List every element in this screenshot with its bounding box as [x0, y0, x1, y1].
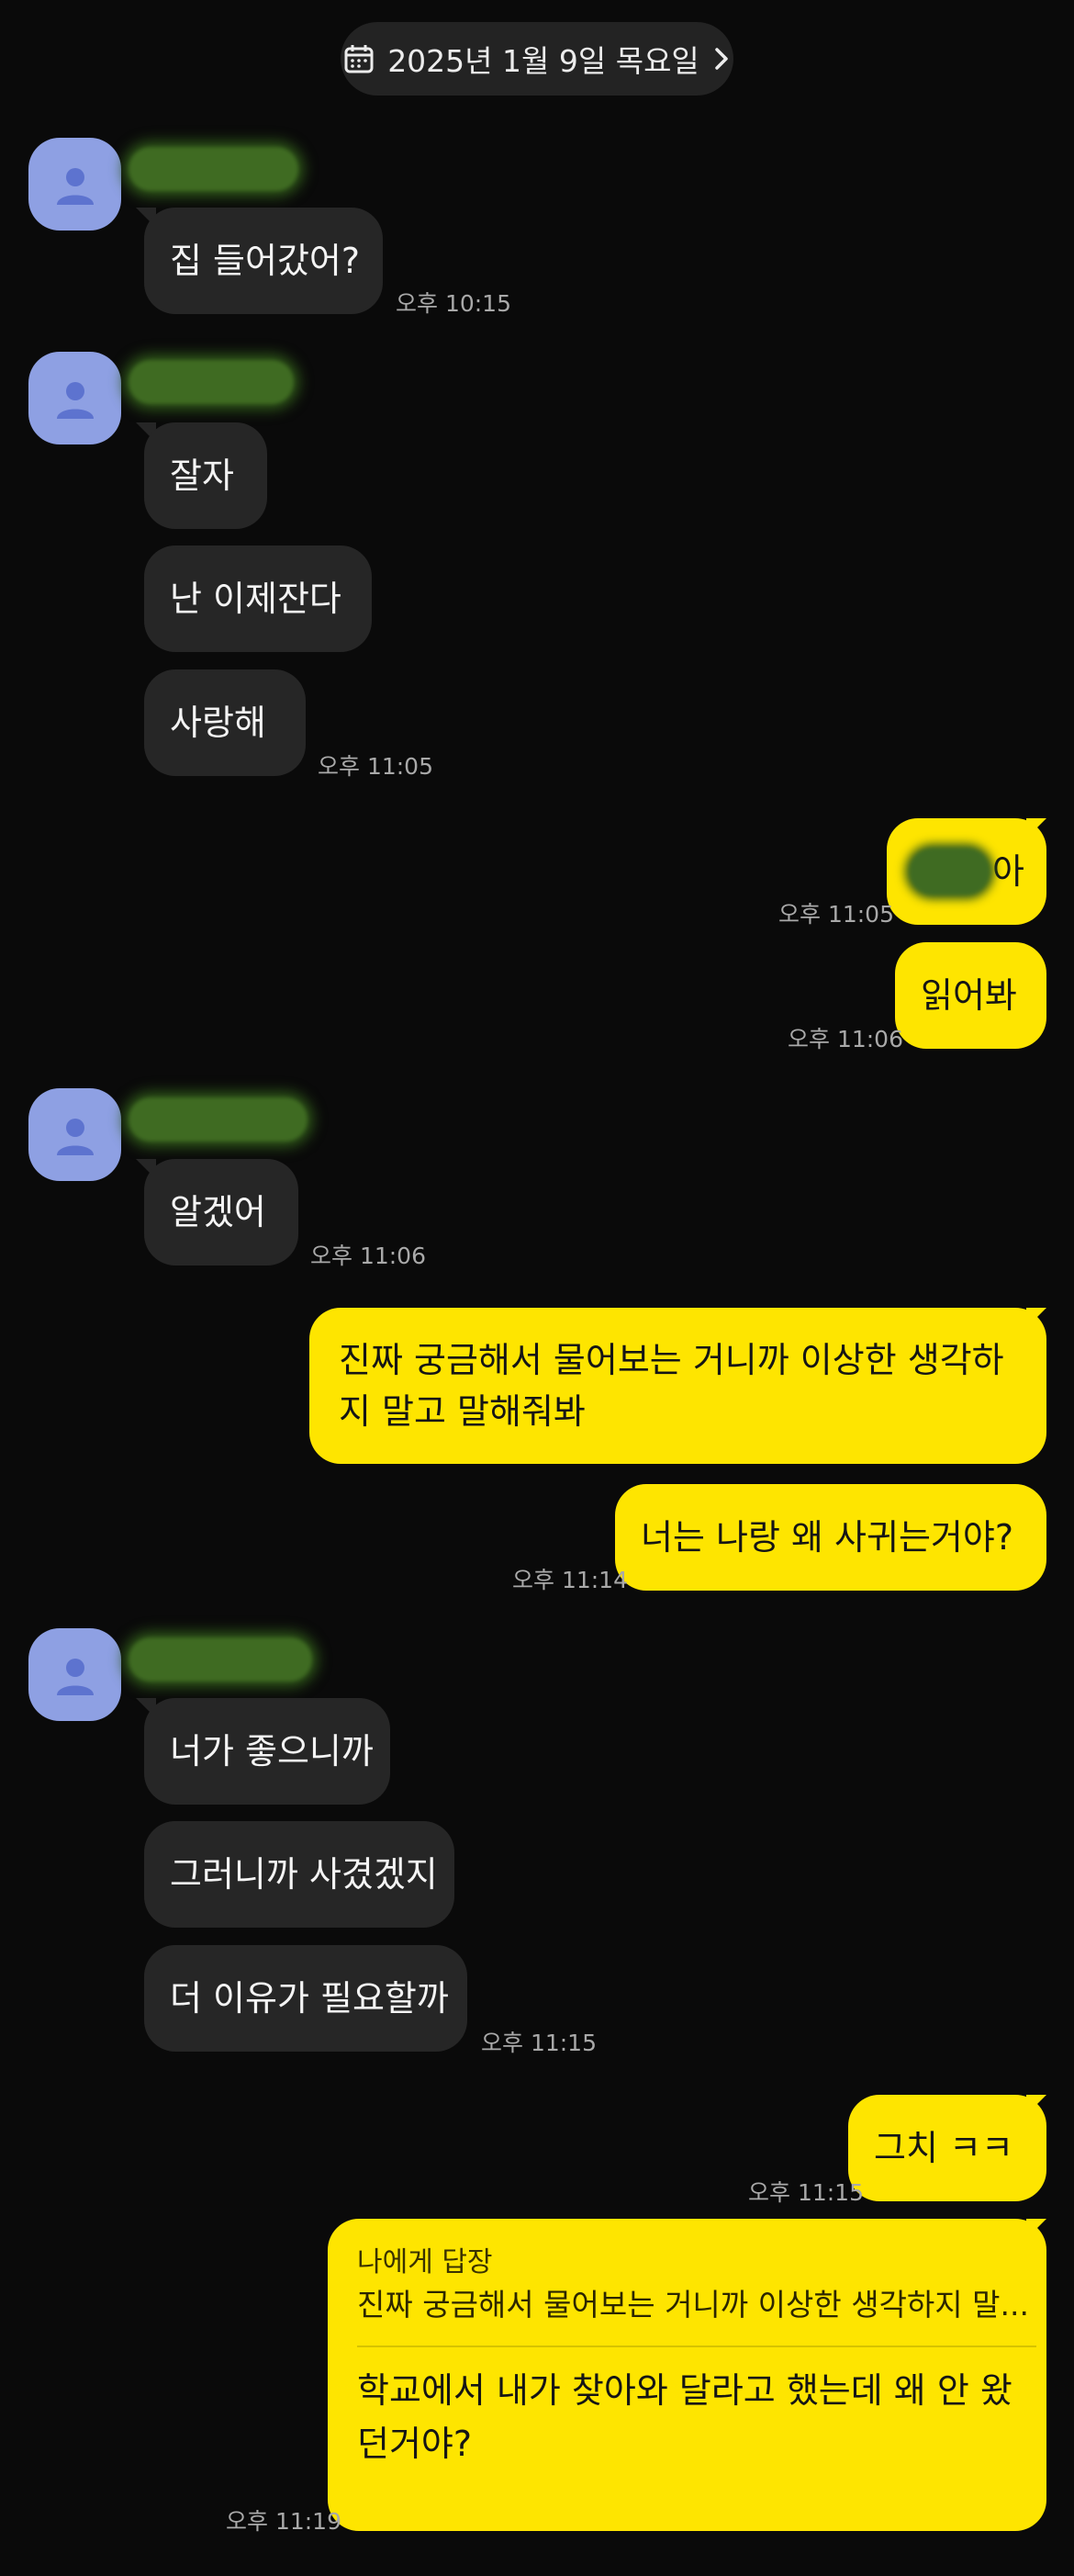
message-text: 아 [992, 851, 1024, 892]
message-text: 읽어봐 [921, 975, 1017, 1016]
date-label: 2025년 1월 9일 목요일 [387, 43, 699, 79]
person-icon [56, 381, 94, 419]
reply-divider [357, 2345, 1036, 2347]
message-bubble-incoming[interactable]: 알겠어 [144, 1159, 298, 1266]
message-bubble-incoming[interactable]: 더 이유가 필요할까 [144, 1945, 467, 2052]
reply-header: 나에게 답장 [357, 2246, 493, 2278]
message-time: 오후 11:15 [481, 2030, 597, 2056]
message-bubble-outgoing[interactable]: 그치 ㅋㅋ [848, 2095, 1046, 2201]
message-time: 오후 11:06 [788, 1026, 903, 1052]
message-text: 알겠어 [170, 1192, 266, 1232]
message-bubble-incoming[interactable]: 난 이제잔다 [144, 546, 372, 652]
chevron-right-icon [715, 48, 728, 70]
message-bubble-outgoing[interactable]: 너는 나랑 왜 사귀는거야? [615, 1484, 1046, 1591]
message-text: 너가 좋으니까 [170, 1731, 374, 1772]
message-bubble-incoming[interactable]: 집 들어갔어? [144, 208, 383, 314]
avatar[interactable] [28, 1628, 121, 1721]
message-bubble-outgoing[interactable]: 아 [887, 818, 1046, 925]
message-text: 그치 ㅋㅋ [874, 2128, 1013, 2168]
message-text: 너는 나랑 왜 사귀는거야? [641, 1517, 1014, 1558]
calendar-icon [344, 45, 374, 73]
message-bubble-outgoing[interactable]: 진짜 궁금해서 물어보는 거니까 이상한 생각하지 말고 말해줘봐 [309, 1308, 1046, 1464]
message-time: 오후 11:05 [778, 901, 894, 928]
message-bubble-incoming[interactable]: 잘자 [144, 422, 267, 529]
message-time: 오후 11:06 [310, 1243, 426, 1269]
sender-name-redacted [129, 1637, 312, 1682]
avatar[interactable] [28, 1088, 121, 1181]
person-icon [56, 167, 94, 205]
sender-name-redacted [129, 360, 294, 404]
message-text: 더 이유가 필요할까 [170, 1978, 449, 2019]
message-time: 오후 11:14 [512, 1567, 628, 1593]
message-text: 집 들어갔어? [170, 241, 361, 281]
message-text: 잘자 [170, 456, 234, 496]
avatar[interactable] [28, 352, 121, 444]
message-text: 학교에서 내가 찾아와 달라고 했는데 왜 안 왔던거야? [357, 2370, 1012, 2464]
message-text: 난 이제잔다 [170, 579, 341, 619]
person-icon [56, 1118, 94, 1155]
sender-name-redacted [129, 1097, 308, 1142]
message-time: 오후 11:15 [748, 2179, 864, 2206]
name-redacted [909, 848, 991, 895]
sender-name-redacted [129, 147, 298, 191]
message-time: 오후 11:19 [226, 2508, 341, 2535]
message-bubble-incoming[interactable]: 그러니까 사겼겠지 [144, 1821, 454, 1928]
date-header[interactable]: 2025년 1월 9일 목요일 [341, 22, 733, 96]
message-time: 오후 10:15 [396, 290, 511, 317]
message-text: 사랑해 [170, 703, 266, 743]
message-bubble-outgoing[interactable]: 읽어봐 [895, 942, 1046, 1049]
avatar[interactable] [28, 138, 121, 231]
message-bubble-incoming[interactable]: 사랑해 [144, 669, 306, 776]
message-text: 그러니까 사겼겠지 [170, 1854, 438, 1895]
reply-message-bubble[interactable]: 나에게 답장 진짜 궁금해서 물어보는 거니까 이상한 생각하지 말... 학교… [328, 2219, 1046, 2531]
message-time: 오후 11:05 [318, 753, 433, 780]
message-text: 진짜 궁금해서 물어보는 거니까 이상한 생각하지 말고 말해줘봐 [339, 1340, 1004, 1432]
reply-quoted-text[interactable]: 진짜 궁금해서 물어보는 거니까 이상한 생각하지 말... [357, 2283, 1036, 2327]
message-bubble-incoming[interactable]: 너가 좋으니까 [144, 1698, 390, 1805]
chat-screen: 2025년 1월 9일 목요일 집 들어갔어? 오후 10:15 잘자 난 이제… [0, 0, 1074, 2576]
person-icon [56, 1658, 94, 1695]
